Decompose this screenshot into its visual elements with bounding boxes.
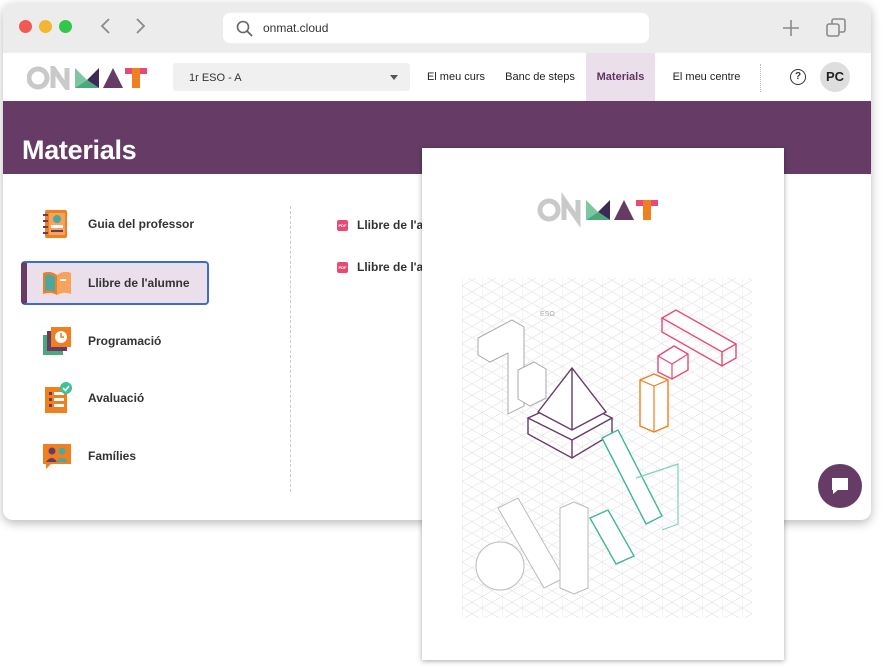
browser-toolbar: onmat.cloud: [3, 3, 871, 53]
help-icon[interactable]: ?: [790, 69, 806, 85]
sidebar-item-families[interactable]: Famílies: [21, 434, 209, 478]
page-title: Materials: [22, 135, 137, 165]
schedule-icon: [43, 327, 71, 355]
nav-banc-de-steps[interactable]: Banc de steps: [500, 53, 580, 101]
nav-el-meu-curs[interactable]: El meu curs: [421, 53, 491, 101]
sidebar-item-avaluacio[interactable]: Avaluació: [21, 376, 209, 420]
tabs-overview-icon[interactable]: [825, 17, 847, 39]
chat-icon: [832, 478, 848, 494]
nav-materials[interactable]: Materials: [586, 53, 655, 101]
sidebar-item-label: Famílies: [88, 449, 137, 463]
sidebar-item-label: Guia del professor: [88, 217, 195, 231]
sidebar-item-programacio[interactable]: Programació: [21, 319, 209, 363]
app-header: 1r ESO - A El meu curs Banc de steps Mat…: [3, 53, 871, 101]
book-cover-preview[interactable]: ESO: [422, 148, 784, 660]
close-window-icon[interactable]: [19, 20, 32, 33]
sidebar-item-guia-del-professor[interactable]: Guia del professor: [21, 202, 209, 246]
content-divider: [290, 206, 291, 492]
user-avatar[interactable]: PC: [820, 62, 850, 92]
sidebar-item-label: Programació: [88, 334, 162, 348]
file-name: Llibre de l'al: [357, 260, 427, 274]
new-tab-icon[interactable]: [781, 18, 801, 38]
course-select-value: 1r ESO - A: [189, 72, 242, 84]
pdf-icon: PDF: [337, 220, 348, 231]
minimize-window-icon[interactable]: [39, 20, 52, 33]
course-select[interactable]: 1r ESO - A: [173, 63, 410, 91]
sidebar-item-llibre-de-lalumne[interactable]: Llibre de l'alumne: [21, 261, 209, 305]
sidebar-item-label: Avaluació: [88, 391, 145, 405]
url-text: onmat.cloud: [263, 21, 329, 35]
open-book-icon: [43, 271, 71, 295]
family-icon: [43, 444, 71, 469]
book-cover-illustration: ESO: [462, 192, 752, 618]
back-icon[interactable]: [99, 14, 113, 44]
maximize-window-icon[interactable]: [59, 20, 72, 33]
search-icon: [236, 20, 253, 37]
onmat-logo[interactable]: [27, 66, 151, 90]
chat-button[interactable]: [818, 464, 862, 508]
pdf-icon: PDF: [337, 262, 348, 273]
forward-icon[interactable]: [133, 14, 147, 44]
nav-el-meu-centre[interactable]: El meu centre: [669, 53, 744, 101]
cover-logo: [537, 192, 658, 228]
cover-label: ESO: [540, 311, 555, 318]
checklist-icon: [45, 382, 72, 413]
address-bar[interactable]: onmat.cloud: [223, 13, 649, 43]
file-name: Llibre de l'al: [357, 218, 427, 232]
teacher-guide-icon: [43, 210, 67, 238]
header-divider: [760, 64, 761, 92]
chevron-down-icon: [390, 75, 398, 80]
sidebar-item-label: Llibre de l'alumne: [88, 276, 190, 290]
